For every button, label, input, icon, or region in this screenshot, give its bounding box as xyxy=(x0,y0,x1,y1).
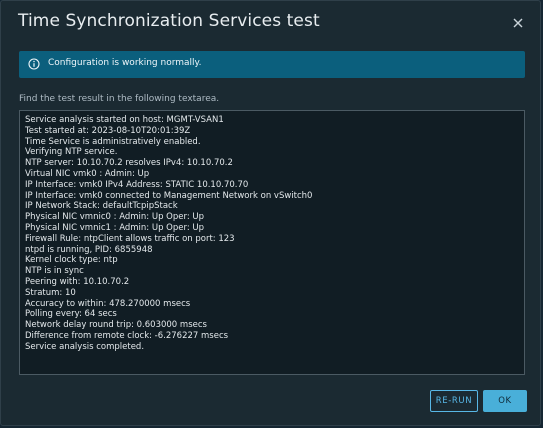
result-line: ntpd is running, PID: 6855948 xyxy=(25,244,153,255)
ok-button[interactable]: OK xyxy=(483,390,527,412)
result-line: NTP is in sync xyxy=(25,266,84,277)
result-line: IP Interface: vmk0 connected to Manageme… xyxy=(25,190,313,201)
instruction-text: Find the test result in the following te… xyxy=(19,94,220,104)
time-sync-dialog: Time Synchronization Services test Confi… xyxy=(0,0,541,426)
success-alert: Configuration is working normally. xyxy=(19,51,525,78)
alert-message: Configuration is working normally. xyxy=(48,58,202,68)
rerun-button[interactable]: RE-RUN xyxy=(430,390,478,412)
result-line: Service analysis completed. xyxy=(25,341,145,352)
result-line: Virtual NIC vmk0 : Admin: Up xyxy=(25,168,150,179)
result-line: Physical NIC vmnic0 : Admin: Up Oper: Up xyxy=(25,212,205,223)
result-line: Test started at: 2023-08-10T20:01:39Z xyxy=(25,125,191,136)
result-line: IP Interface: vmk0 IPv4 Address: STATIC … xyxy=(25,179,249,190)
result-line: Verifying NTP service. xyxy=(25,147,118,158)
result-line: Stratum: 10 xyxy=(25,287,76,298)
result-line: Network delay round trip: 0.603000 msecs xyxy=(25,320,207,331)
result-line: Physical NIC vmnic1 : Admin: Up Oper: Up xyxy=(25,222,205,233)
result-line: Service analysis started on host: MGMT-V… xyxy=(25,115,224,125)
dialog-title: Time Synchronization Services test xyxy=(18,11,320,31)
result-line: Polling every: 64 secs xyxy=(25,309,117,320)
result-line: Firewall Rule: ntpClient allows traffic … xyxy=(25,233,235,244)
results-textarea[interactable]: Service analysis started on host: MGMT-V… xyxy=(19,110,525,375)
info-circle-icon xyxy=(28,58,40,70)
result-line: Accuracy to within: 478.270000 msecs xyxy=(25,298,191,309)
close-button[interactable] xyxy=(510,15,526,31)
result-line: Peering with: 10.10.70.2 xyxy=(25,276,130,287)
result-line: NTP server: 10.10.70.2 resolves IPv4: 10… xyxy=(25,158,233,169)
result-line: Kernel clock type: ntp xyxy=(25,255,118,266)
close-icon xyxy=(513,18,523,28)
result-line: Time Service is administratively enabled… xyxy=(25,136,201,147)
result-line: IP Network Stack: defaultTcpipStack xyxy=(25,201,178,212)
result-line: Difference from remote clock: -6.276227 … xyxy=(25,330,229,341)
